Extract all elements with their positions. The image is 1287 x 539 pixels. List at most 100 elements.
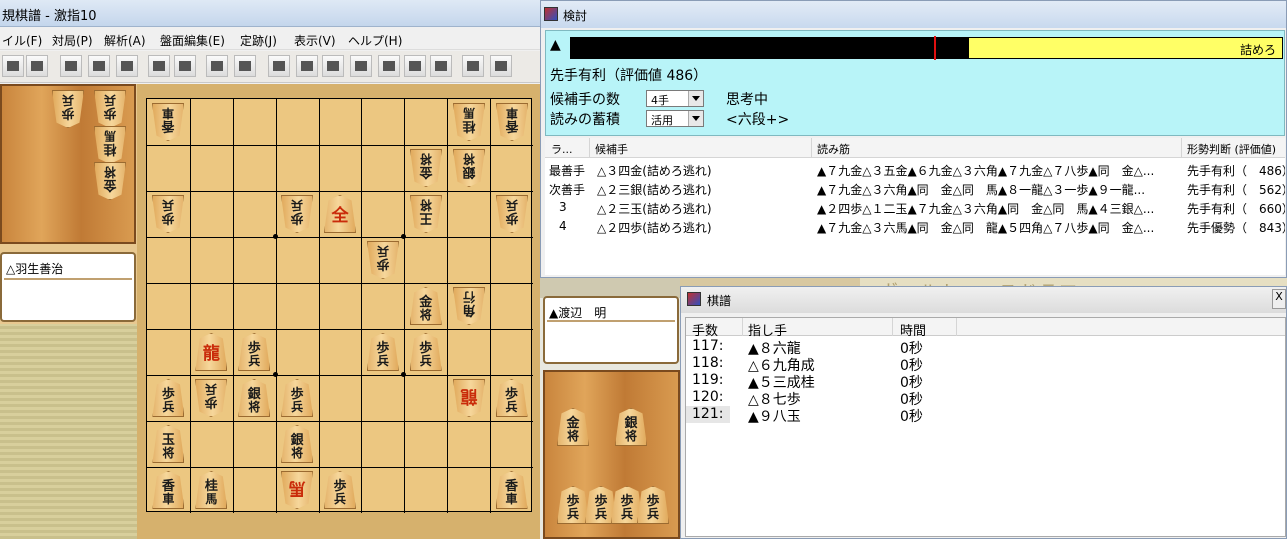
main-title-bar[interactable]: 規棋譜 - 激指10 <box>0 0 540 27</box>
shogi-piece[interactable]: 王将 <box>410 195 442 233</box>
shogi-piece[interactable]: 歩兵 <box>94 90 126 128</box>
kifu-row[interactable]: 117: ▲８六龍 0秒 <box>686 338 986 357</box>
shogi-piece[interactable]: 香車 <box>152 103 184 141</box>
col-move-number[interactable]: 手数 <box>692 320 718 339</box>
shogi-piece[interactable]: 歩兵 <box>281 195 313 233</box>
accumulation-select[interactable]: 活用 <box>646 110 704 127</box>
analysis-title-bar[interactable]: 検討 <box>541 1 1286 28</box>
blank-icon[interactable] <box>116 55 138 77</box>
shogi-piece[interactable]: 歩兵 <box>496 195 528 233</box>
kifu-row[interactable]: 119: ▲５三成桂 0秒 <box>686 372 986 391</box>
menu-analyze[interactable]: 解析(A) <box>104 32 146 49</box>
shogi-piece[interactable]: 金将 <box>557 408 589 446</box>
shogi-piece[interactable]: 歩兵 <box>324 471 356 509</box>
monitor-icon[interactable] <box>462 55 484 77</box>
shogi-piece[interactable]: 桂馬 <box>94 126 126 164</box>
candidate-row[interactable]: 3 △２三玉(詰めろ逃れ) ▲２四歩△１二玉▲７九金△３六角▲同 金△同 馬▲４… <box>545 198 1285 217</box>
last-icon[interactable] <box>430 55 452 77</box>
shogi-piece[interactable]: 歩兵 <box>366 333 399 371</box>
shogi-piece[interactable]: 歩兵 <box>152 195 184 233</box>
blank-icon[interactable] <box>60 55 82 77</box>
shogi-piece[interactable]: 歩兵 <box>281 379 314 417</box>
shogi-piece[interactable]: 歩兵 <box>409 333 442 371</box>
board-icon[interactable] <box>148 55 170 77</box>
shogi-piece[interactable]: 歩兵 <box>152 379 185 417</box>
shogi-piece[interactable]: 歩兵 <box>52 90 84 128</box>
first-icon[interactable] <box>268 55 290 77</box>
kifu-row[interactable]: 120: △８七歩 0秒 <box>686 389 986 408</box>
menu-view[interactable]: 表示(V) <box>294 32 336 49</box>
candidate-row[interactable]: 次善手 △２三銀(詰めろ逃れ) ▲７九金△３六角▲同 金△同 馬▲８一龍△３一歩… <box>545 179 1285 198</box>
piece-label: 歩 <box>376 256 390 271</box>
candidate-count-select[interactable]: 4手 <box>646 90 704 107</box>
shogi-board[interactable]: 香車桂馬香車金将銀将歩兵歩兵全王将歩兵歩兵金将角行龍歩兵歩兵歩兵歩兵歩兵銀将歩兵… <box>146 98 533 513</box>
shogi-piece[interactable]: 銀将 <box>238 379 271 417</box>
shogi-piece[interactable]: 桂馬 <box>453 103 485 141</box>
piece-label: 将 <box>162 446 175 460</box>
shogi-piece[interactable]: 香車 <box>152 471 185 509</box>
candidate-row[interactable]: 最善手 △３四金(詰めろ逃れ) ▲７九金△３五金▲６九金△３六角▲７九金△７八歩… <box>545 160 1285 179</box>
menu-joseki[interactable]: 定跡(J) <box>240 32 277 49</box>
blank-icon[interactable] <box>88 55 110 77</box>
main-window: 規棋譜 - 激指10 イル(F) 対局(P) 解析(A) 盤面編集(E) 定跡(… <box>0 0 540 539</box>
sente-player-name: ▲渡辺 明 <box>549 306 607 320</box>
piece-label: 車 <box>505 492 518 506</box>
engine-level: <六段+> <box>726 112 790 128</box>
flip2-icon[interactable] <box>234 55 256 77</box>
col-move[interactable]: 指し手 <box>748 320 787 339</box>
sente-player-box: ▲渡辺 明 <box>543 296 679 364</box>
shogi-piece[interactable]: 桂馬 <box>195 471 228 509</box>
help-icon[interactable] <box>490 55 512 77</box>
shogi-piece[interactable]: 歩兵 <box>637 486 669 524</box>
shogi-piece[interactable]: 歩兵 <box>495 379 528 417</box>
chevron-down-icon[interactable] <box>688 91 703 106</box>
flip-icon[interactable] <box>206 55 228 77</box>
close-icon[interactable]: X <box>1272 289 1286 309</box>
shogi-piece[interactable]: 香車 <box>496 103 528 141</box>
menu-help[interactable]: ヘルプ(H) <box>348 32 402 49</box>
prev-icon[interactable] <box>322 55 344 77</box>
col-judgement[interactable]: 形勢判断 (評価値) <box>1187 141 1276 157</box>
forward-icon[interactable] <box>404 55 426 77</box>
menu-game[interactable]: 対局(P) <box>52 32 93 49</box>
menu-file[interactable]: イル(F) <box>2 32 42 49</box>
kifu-row-selected[interactable]: 121: ▲９八玉 0秒 <box>686 406 986 425</box>
back-icon[interactable] <box>296 55 318 77</box>
shogi-piece[interactable]: 龍 <box>195 333 228 371</box>
board-star-point <box>401 372 407 377</box>
shogi-piece[interactable]: 銀将 <box>281 425 314 463</box>
shogi-piece[interactable]: 金将 <box>94 162 126 200</box>
kifu-row[interactable]: 118: △６九角成 0秒 <box>686 355 986 374</box>
menu-edit[interactable]: 盤面編集(E) <box>160 32 225 49</box>
shogi-piece[interactable]: 全 <box>324 195 356 233</box>
candidate-rank: 次善手 <box>549 183 586 197</box>
candidate-row[interactable]: 4 △２四歩(詰めろ逃れ) ▲７九金△３六馬▲同 金△同 龍▲５四角△７八歩▲同… <box>545 217 1285 236</box>
shogi-piece[interactable]: 角行 <box>453 287 485 325</box>
eval-text: 先手有利（評価値 486） <box>550 68 708 84</box>
col-move[interactable]: 候補手 <box>595 141 628 157</box>
shogi-piece[interactable]: 金将 <box>409 287 442 325</box>
stop-icon[interactable] <box>350 55 372 77</box>
shogi-piece[interactable]: 銀将 <box>453 149 485 187</box>
shogi-piece[interactable]: 香車 <box>495 471 528 509</box>
save-icon[interactable] <box>174 55 196 77</box>
next-icon[interactable] <box>378 55 400 77</box>
candidate-move: △２三銀(詰めろ逃れ) <box>597 183 712 197</box>
col-pv[interactable]: 読み筋 <box>817 141 850 157</box>
shogi-piece[interactable]: 龍 <box>453 379 485 417</box>
blank-icon[interactable] <box>2 55 24 77</box>
shogi-piece[interactable]: 玉将 <box>152 425 185 463</box>
shogi-piece[interactable]: 銀将 <box>615 408 647 446</box>
shogi-piece[interactable]: 馬 <box>281 471 313 509</box>
col-time[interactable]: 時間 <box>900 320 926 339</box>
kifu-title-bar[interactable]: 棋譜 X <box>681 287 1286 313</box>
shogi-piece[interactable]: 歩兵 <box>367 241 399 279</box>
shogi-piece[interactable]: 金将 <box>410 149 442 187</box>
shogi-piece[interactable]: 歩兵 <box>195 379 227 417</box>
piece-label: 馬 <box>104 129 117 143</box>
board-star-point <box>272 372 278 377</box>
col-rank[interactable]: ラ... <box>551 141 573 157</box>
chevron-down-icon[interactable] <box>688 111 703 126</box>
folder-icon[interactable] <box>26 55 48 77</box>
shogi-piece[interactable]: 歩兵 <box>238 333 271 371</box>
